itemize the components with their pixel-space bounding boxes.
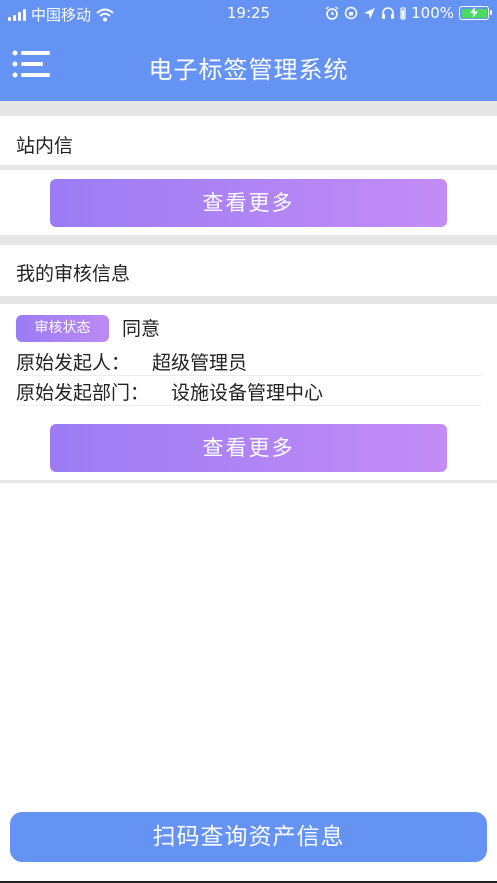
nav-bar: 电子标签管理系统 <box>0 28 497 101</box>
battery-icon <box>459 6 492 20</box>
department-label: 原始发起部门： <box>16 382 150 404</box>
location-icon <box>364 7 376 19</box>
initiator-value: 超级管理员 <box>152 352 248 374</box>
section-divider <box>0 235 497 245</box>
page-title: 电子标签管理系统 <box>148 56 349 84</box>
alarm-icon <box>325 6 339 20</box>
audit-status-value: 同意 <box>122 318 161 340</box>
headphone-battery-icon <box>400 7 406 20</box>
messages-more-button[interactable]: 查看更多 <box>50 179 447 227</box>
battery-percent: 100% <box>411 4 454 22</box>
section-divider <box>0 101 497 116</box>
status-right: 100% <box>325 4 492 22</box>
department-value: 设施设备管理中心 <box>171 382 324 404</box>
audit-title: 我的审核信息 <box>16 263 131 285</box>
row-divider <box>16 405 481 406</box>
audit-status-badge: 审核状态 <box>16 315 109 342</box>
initiator-row: 原始发起人： 超级管理员 <box>16 348 247 375</box>
rotation-lock-icon <box>344 6 358 20</box>
section-divider <box>0 165 497 170</box>
department-row: 原始发起部门： 设施设备管理中心 <box>16 378 323 405</box>
section-divider <box>0 296 497 304</box>
initiator-label: 原始发起人： <box>16 352 131 374</box>
scan-asset-button[interactable]: 扫码查询资产信息 <box>10 812 487 862</box>
headphones-icon <box>382 7 395 19</box>
messages-title: 站内信 <box>16 135 74 157</box>
row-divider <box>16 375 481 376</box>
status-bar: 中国移动 19:25 100% <box>0 0 497 28</box>
section-divider <box>0 480 497 483</box>
audit-more-button[interactable]: 查看更多 <box>50 424 447 472</box>
